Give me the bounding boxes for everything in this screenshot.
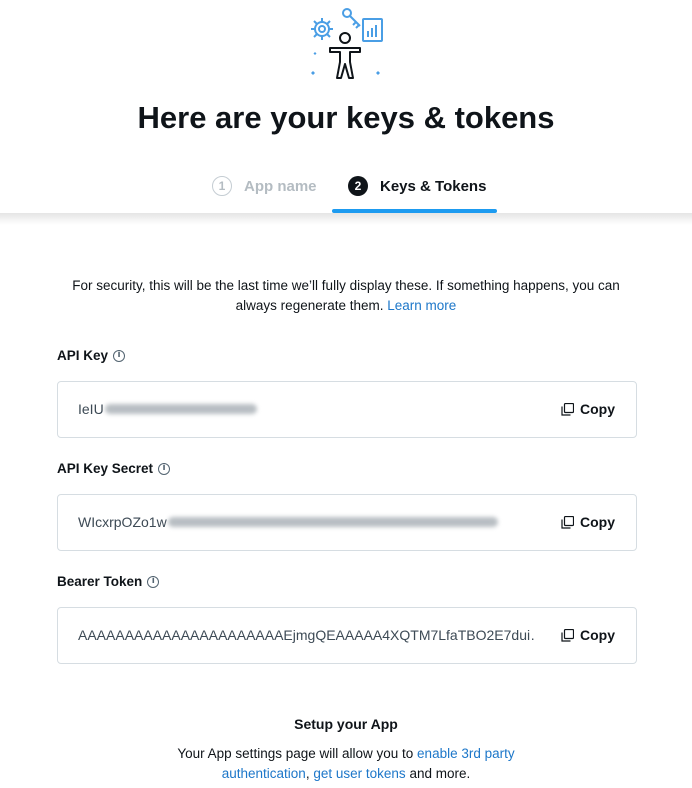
security-notice-text: For security, this will be the last time… [72,278,620,313]
copy-icon [561,402,574,416]
copy-api-key-secret-button[interactable]: Copy [561,514,615,530]
gear-icon [311,18,333,40]
copy-icon [561,515,574,529]
copy-api-key-button[interactable]: Copy [561,401,615,417]
field-label-text: API Key Secret [57,461,154,476]
step-label: App name [244,177,317,195]
step-number: 1 [212,176,232,196]
page-title: Here are your keys & tokens [137,100,555,135]
divider-shadow [0,213,692,225]
copy-icon [561,628,574,642]
setup-description: Your App settings page will allow you to… [150,744,542,784]
copy-label: Copy [580,627,615,643]
learn-more-link[interactable]: Learn more [387,298,456,313]
api-key-secret-visible-text: WIcxrpOZo1w [78,514,167,530]
redacted-mask [104,404,257,414]
setup-title: Setup your App [294,716,398,732]
get-user-tokens-link[interactable]: get user tokens [313,766,405,781]
developer-keys-illustration-icon [311,8,383,79]
api-key-visible-text: IeIU [78,401,104,417]
person-icon [329,32,361,79]
copy-label: Copy [580,514,615,530]
step-number: 2 [348,176,368,196]
bearer-token-field: AAAAAAAAAAAAAAAAAAAAAAEjmgQEAAAAA4XQTM7L… [57,607,637,664]
setup-steps: 1 App name 2 Keys & Tokens [0,166,692,214]
redacted-mask [167,517,498,527]
field-label-text: Bearer Token [57,574,143,589]
chart-card-icon [362,18,383,42]
security-notice: For security, this will be the last time… [50,276,642,316]
bearer-token-label: Bearer Token i [57,574,160,589]
setup-text-before: Your App settings page will allow you to [177,746,414,761]
info-icon[interactable]: i [113,349,126,362]
copy-bearer-token-button[interactable]: Copy [561,627,615,643]
field-label-text: API Key [57,348,109,363]
api-key-field: IeIU Copy [57,381,637,438]
step-app-name[interactable]: 1 App name [212,174,317,198]
api-key-secret-field: WIcxrpOZo1w Copy [57,494,637,551]
bearer-token-value: AAAAAAAAAAAAAAAAAAAAAAEjmgQEAAAAA4XQTM7L… [78,627,534,643]
key-icon [342,8,361,29]
info-icon[interactable]: i [147,575,160,588]
step-label: Keys & Tokens [380,177,487,195]
api-key-secret-label: API Key Secret i [57,461,171,476]
setup-separator: , [305,766,310,781]
api-key-secret-value: WIcxrpOZo1w [78,514,498,530]
copy-label: Copy [580,401,615,417]
api-key-label: API Key i [57,348,126,363]
step-keys-tokens[interactable]: 2 Keys & Tokens [348,174,486,198]
info-icon[interactable]: i [158,462,171,475]
bearer-token-visible-text: AAAAAAAAAAAAAAAAAAAAAAEjmgQEAAAAA4XQTM7L… [78,627,534,643]
setup-text-after: and more. [409,766,471,781]
api-key-value: IeIU [78,401,257,417]
